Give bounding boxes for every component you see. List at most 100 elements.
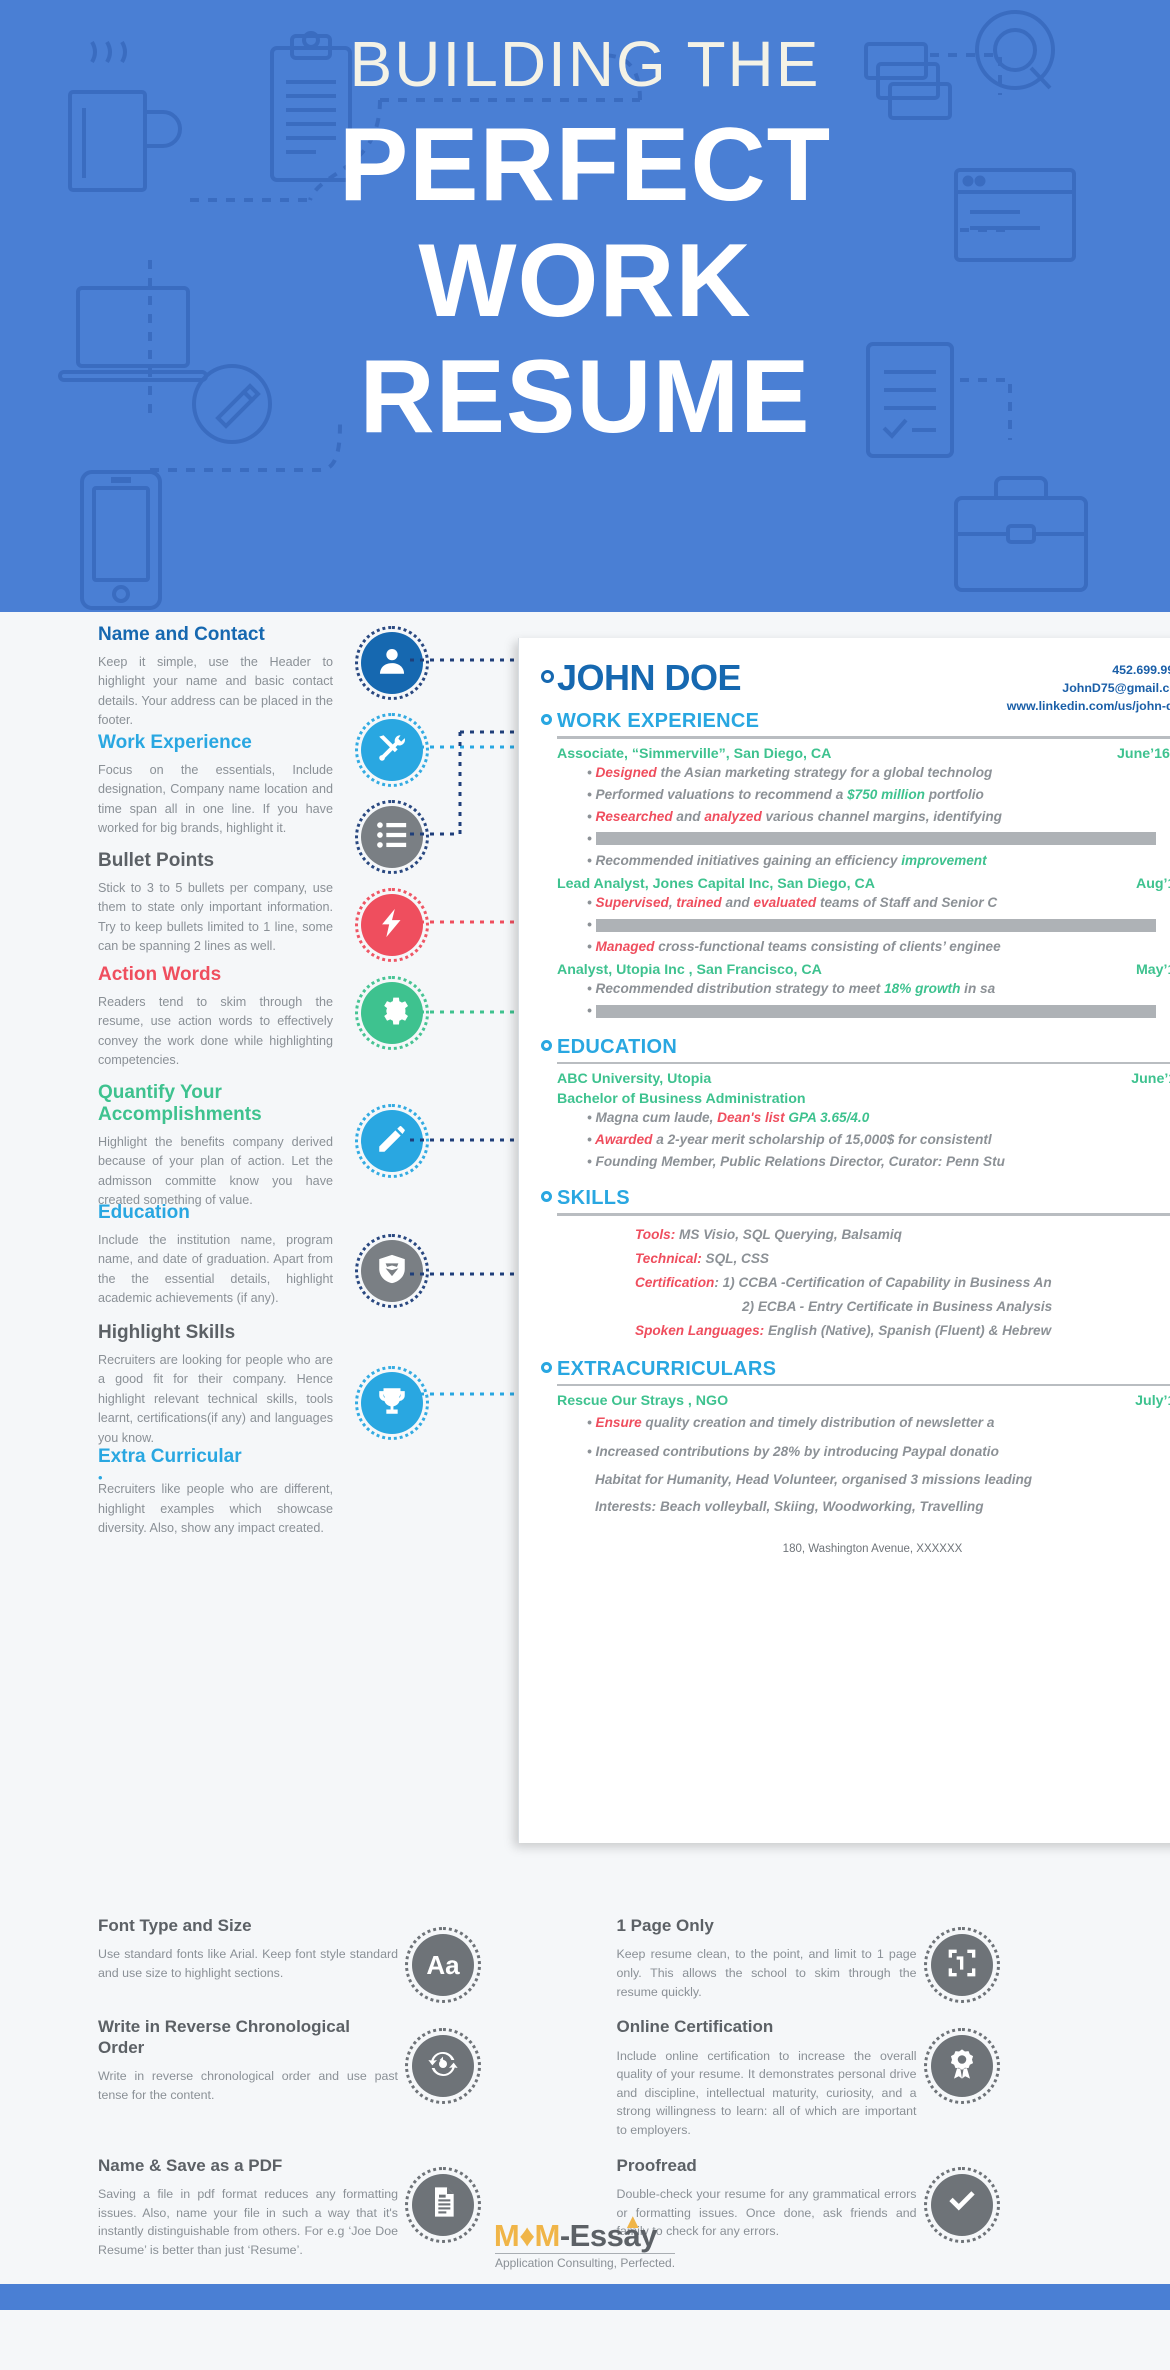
logo-essay: -Essay bbox=[559, 2218, 657, 2253]
job-title: Analyst, Utopia Inc , San Francisco, CA bbox=[557, 961, 822, 978]
bottom-tip-text: Online Certification Include online certi… bbox=[617, 2017, 917, 2139]
job-dates: Aug’15- bbox=[1135, 875, 1170, 892]
bottom-tip-icon-circle: Aa bbox=[405, 1927, 481, 2003]
job-dates: June’16- P bbox=[1117, 745, 1170, 762]
tip-title: Name and Contact bbox=[98, 624, 265, 645]
resume-bullet: • Researched and analyzed various channe… bbox=[587, 806, 1170, 828]
job-title: Associate, “Simmerville”, San Diego, CA bbox=[557, 745, 832, 762]
bullet-marker: • bbox=[587, 786, 592, 802]
resume-bullet: • Supervised, trained and evaluated team… bbox=[587, 892, 1170, 914]
bottom-tip-text: Write in Reverse Chronological Order Writ… bbox=[98, 2017, 398, 2104]
tip-action-words: Action Words Readers tend to skim through… bbox=[98, 964, 333, 1071]
section-node-marker bbox=[541, 1361, 552, 1373]
section-node-marker bbox=[541, 713, 552, 725]
bullet-text: and bbox=[672, 808, 705, 824]
skill-row: Certification: 1) CCBA -Certification of… bbox=[635, 1271, 1170, 1295]
header-title-group: BUILDING THE PERFECT WORK RESUME bbox=[0, 28, 1170, 450]
bullet-highlight: improvement bbox=[901, 852, 987, 868]
pencil-icon bbox=[375, 1122, 409, 1161]
extracurricular-bullets: • Ensure quality creation and timely dis… bbox=[557, 1409, 1170, 1466]
section-divider bbox=[557, 1213, 1170, 1216]
resume-bullet: • bbox=[587, 828, 1170, 850]
resume-bullet: • bbox=[587, 1000, 1170, 1022]
bottom-tip-title: Font Type and Size bbox=[98, 1916, 252, 1935]
education-degree-row: Bachelor of Business Administration bbox=[557, 1091, 1170, 1107]
tip-title: Quantify Your Accomplishments bbox=[98, 1082, 262, 1125]
bullet-marker: • bbox=[587, 830, 592, 846]
list-icon bbox=[375, 818, 409, 857]
trophy-icon bbox=[375, 1384, 409, 1423]
bottom-tip-body: Write in reverse chronological order and… bbox=[98, 2069, 398, 2102]
section-divider bbox=[557, 1061, 1170, 1065]
bullet-text: Recommended initiatives gaining an effic… bbox=[595, 852, 902, 868]
bullet-text: Performed valuations to recommend a bbox=[595, 786, 848, 802]
bullet-highlight: Dean's list bbox=[717, 1110, 785, 1126]
skill-row: Technical: SQL, CSS bbox=[635, 1247, 1170, 1271]
logo-m1: M bbox=[493, 2218, 520, 2253]
footer-logo: M♦M-Essay▲ Application Consulting, Perfe… bbox=[0, 2211, 1170, 2272]
bottom-tip-icon-circle bbox=[405, 2028, 481, 2105]
bullet-text: cross-functional teams consisting of cli… bbox=[654, 938, 1001, 954]
resume-bullet: • Designed the Asian marketing strategy … bbox=[587, 762, 1170, 784]
header-line-2: WORK bbox=[418, 222, 752, 339]
bullet-marker: • bbox=[587, 1110, 592, 1126]
bullet-highlight: 18% growth bbox=[884, 980, 961, 996]
bullet-highlight: analyzed bbox=[704, 808, 762, 824]
bullet-action-word: Designed bbox=[595, 764, 657, 780]
bullet-marker: • bbox=[587, 852, 592, 868]
extracurricular-dates: July’16- bbox=[1135, 1393, 1170, 1410]
briefcase-icon bbox=[954, 476, 1088, 592]
education-row: ABC University, Utopia June’11- bbox=[557, 1071, 1170, 1087]
job-dates: May’14- bbox=[1135, 961, 1170, 978]
bullet-text: Increased contributions by 28% by introd… bbox=[595, 1443, 999, 1459]
skill-value: MS Visio, SQL Querying, Balsamiq bbox=[675, 1226, 902, 1242]
extracurricular-note: Habitat for Humanity, Head Volunteer, or… bbox=[595, 1472, 1033, 1488]
main-content: Name and Contact Keep it simple, use the … bbox=[0, 612, 1170, 1902]
bullet-text: Recommended distribution strategy to mee… bbox=[595, 980, 885, 996]
education-degree: Bachelor of Business Administration bbox=[557, 1091, 806, 1108]
bullet-action-word: Awarded bbox=[595, 1132, 653, 1148]
bullet-highlight: evaluated bbox=[753, 894, 817, 910]
redacted-bar bbox=[595, 832, 1156, 846]
extracurricular-note: Interests: Beach volleyball, Skiing, Woo… bbox=[595, 1499, 984, 1515]
icon-ring bbox=[405, 2028, 481, 2105]
header-eyebrow: BUILDING THE bbox=[349, 28, 821, 100]
bottom-tip-body: Include online certification to increase… bbox=[616, 2048, 917, 2138]
bottom-tip-write-in-reverse-chronological-order: Write in Reverse Chronological Order Writ… bbox=[98, 2017, 565, 2139]
bottom-tip-icon-circle bbox=[923, 1927, 1000, 2003]
tip-quantify-your-accomplishments: Quantify Your Accomplishments Highlight t… bbox=[98, 1082, 333, 1211]
tip-bullet-points: Bullet Points Stick to 3 to 5 bullets per… bbox=[98, 850, 333, 957]
resume-bullet: • Magna cum laude, Dean's list GPA 3.65/… bbox=[587, 1107, 1170, 1129]
bottom-tip-title: Name & Save as a PDF bbox=[98, 2155, 283, 2175]
bullet-highlight: $750 million bbox=[847, 786, 925, 802]
tip-body: Recruiters are looking for people who ar… bbox=[98, 1352, 333, 1445]
tip-body: Include the institution name, program na… bbox=[98, 1232, 333, 1306]
bullet-marker: • bbox=[587, 894, 592, 910]
bottom-tip-1-page-only: 1 Page Only Keep resume clean, to the poi… bbox=[617, 1916, 1084, 2003]
resume-bullet: • Recommended distribution strategy to m… bbox=[587, 978, 1170, 1000]
bullet-text: quality creation and timely distribution… bbox=[641, 1415, 995, 1431]
extracurricular-free-text: Habitat for Humanity, Head Volunteer, or… bbox=[557, 1466, 1170, 1520]
resume-bullet: • bbox=[587, 914, 1170, 936]
bullet-marker: • bbox=[587, 1443, 592, 1459]
education-school: ABC University, Utopia bbox=[557, 1071, 712, 1088]
bullet-text: teams of Staff and Senior C bbox=[816, 894, 998, 910]
tip-title: Education bbox=[98, 1202, 190, 1223]
section-divider bbox=[557, 1383, 1170, 1387]
person-icon bbox=[375, 644, 409, 683]
skill-row: 2) ECBA - Entry Certificate in Business … bbox=[742, 1295, 1170, 1319]
resume-bullet: • Recommended initiatives gaining an eff… bbox=[587, 850, 1170, 872]
resume-bullet: • Performed valuations to recommend a $7… bbox=[587, 784, 1170, 806]
education-bullets: • Magna cum laude, Dean's list GPA 3.65/… bbox=[557, 1107, 1170, 1173]
skill-row: Tools: MS Visio, SQL Querying, Balsamiq bbox=[635, 1223, 1170, 1247]
skill-value: : 1) CCBA -Certification of Capability i… bbox=[714, 1275, 1052, 1291]
bullet-text: in sa bbox=[960, 980, 996, 996]
resume-linkedin: www.linkedin.com/us/john-doe bbox=[1006, 698, 1170, 713]
bullet-marker: • bbox=[587, 808, 592, 824]
skill-value: 2) ECBA - Entry Certificate in Business … bbox=[742, 1299, 1053, 1315]
bullet-action-word: Supervised bbox=[595, 894, 669, 910]
bullet-text: a 2-year merit scholarship of 15,000$ fo… bbox=[652, 1132, 992, 1148]
tip-title: Bullet Points bbox=[98, 850, 215, 871]
bottom-tip-title: Online Certification bbox=[616, 2017, 774, 2037]
section-divider bbox=[557, 736, 1170, 739]
